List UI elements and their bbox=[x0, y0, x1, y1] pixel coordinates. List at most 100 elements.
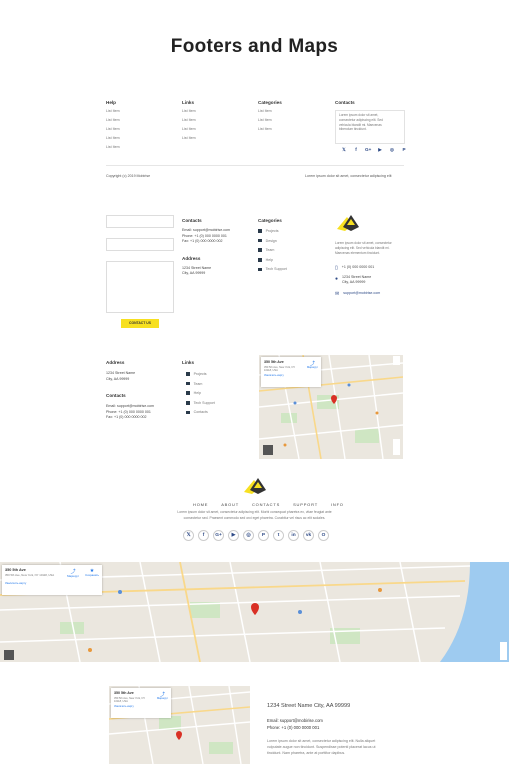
map-info-card: 350 5th Ave 350 5th Ave, New York, NY 10… bbox=[261, 357, 321, 387]
map-info-card: 350 5th Ave 350 5th Ave, New York, NY 10… bbox=[111, 688, 171, 718]
full-width-map[interactable]: 350 5th Ave 350 5th Ave, New York, NY 10… bbox=[0, 562, 509, 662]
twitter-icon[interactable]: 𝕏 bbox=[341, 147, 347, 153]
column-heading: Categories bbox=[258, 100, 282, 105]
directions-button[interactable]: ⤴ Маршрут bbox=[157, 691, 168, 703]
contacts-text: consectetur adipiscing elit. Sed bbox=[339, 117, 383, 122]
map-info-card: 350 5th Ave 350 5th Ave, New York, NY 10… bbox=[2, 565, 102, 595]
name-field[interactable] bbox=[106, 215, 174, 228]
directions-button[interactable]: ⤴ Маршрут bbox=[307, 360, 318, 372]
footer-column-links: Links List Item List Item List Item List… bbox=[182, 100, 196, 146]
list-item[interactable]: Projects bbox=[186, 372, 215, 376]
footer-1: Help List Item List Item List Item List … bbox=[0, 95, 509, 185]
pinterest-icon[interactable]: P bbox=[401, 147, 407, 153]
social-icons: 𝕏 f G+ ▶ ◎ P bbox=[341, 147, 407, 153]
about-text: Lorem ipsum dolor sit amet, consectetur bbox=[335, 241, 392, 245]
larger-map-link[interactable]: Увеличить карту bbox=[264, 375, 318, 378]
youtube-icon[interactable]: ▶ bbox=[228, 530, 239, 541]
list-item[interactable]: List Item bbox=[258, 119, 282, 123]
about-block: Lorem ipsum dolor sit amet, consectetur … bbox=[335, 213, 415, 297]
body-text: Lorem ipsum dolor sit amet, consectetur … bbox=[267, 739, 376, 744]
list-item[interactable]: Team bbox=[258, 248, 287, 252]
nav-item-contacts[interactable]: CONTACTS bbox=[252, 502, 280, 507]
contacts-text: bibendum tincidunt. bbox=[339, 127, 367, 132]
footer-5: 350 5th Ave 350 5th Ave, New York, NY 10… bbox=[0, 686, 509, 764]
map-embed[interactable]: 350 5th Ave 350 5th Ave, New York, NY 10… bbox=[259, 355, 403, 459]
linkedin-icon[interactable]: in bbox=[288, 530, 299, 541]
google-plus-icon[interactable]: G+ bbox=[213, 530, 224, 541]
email-line[interactable]: Email: support@mobirise.com bbox=[267, 718, 376, 723]
contact-us-button[interactable]: CONTACT US bbox=[121, 319, 159, 328]
list-item[interactable]: List Item bbox=[106, 119, 120, 123]
youtube-icon[interactable]: ▶ bbox=[377, 147, 383, 153]
facebook-icon[interactable]: f bbox=[353, 147, 359, 153]
footer-nav: HOME ABOUT CONTACTS SUPPORT INFO bbox=[193, 502, 344, 507]
address-heading: Address bbox=[182, 255, 201, 261]
categories-heading: Categories bbox=[258, 218, 282, 223]
place-name: 350 5th Ave bbox=[114, 691, 134, 695]
email-row: ✉ support@mobirise.com bbox=[335, 290, 381, 297]
list-item[interactable]: Tech Support bbox=[258, 267, 287, 271]
column-heading: Contacts bbox=[335, 100, 355, 105]
save-button[interactable]: ★ Сохранить bbox=[85, 568, 99, 578]
instagram-icon[interactable]: ◎ bbox=[243, 530, 254, 541]
bullet-icon bbox=[258, 248, 262, 253]
bullet-icon bbox=[186, 391, 190, 396]
nav-item-about[interactable]: ABOUT bbox=[221, 502, 239, 507]
bullet-icon bbox=[258, 229, 262, 233]
email-field[interactable] bbox=[106, 238, 174, 251]
list-item[interactable]: List Item bbox=[258, 110, 282, 114]
contacts-text: vehicula blandit mi. Maecenas bbox=[339, 122, 382, 127]
odnoklassniki-icon[interactable]: O bbox=[318, 530, 329, 541]
list-item[interactable]: List Item bbox=[106, 146, 120, 150]
tumblr-icon[interactable]: t bbox=[273, 530, 284, 541]
contact-line: Phone: +1 (0) 000 0000 001 bbox=[182, 233, 227, 238]
copyright: Copyright (c) 2019 Mobirise bbox=[106, 174, 151, 178]
larger-map-link[interactable]: Увеличить карту bbox=[114, 706, 168, 709]
about-text: Maecenas elementum tincidunt. bbox=[335, 251, 381, 255]
larger-map-link[interactable]: Увеличить карту bbox=[5, 581, 99, 585]
bullet-icon bbox=[186, 401, 190, 405]
list-item[interactable]: Design bbox=[258, 239, 287, 243]
map-pin-icon: ● bbox=[335, 276, 339, 283]
contact-line: Phone: +1 (0) 000 0000 001 bbox=[106, 409, 151, 414]
footer-column-categories: Categories List Item List Item List Item bbox=[258, 100, 282, 137]
list-item[interactable]: List Item bbox=[182, 110, 196, 114]
list-item[interactable]: Help bbox=[186, 391, 215, 395]
contacts-heading: Contacts bbox=[106, 393, 126, 399]
phone-row: ▯ +1 (0) 000 0000 001 bbox=[335, 265, 375, 272]
list-item[interactable]: List Item bbox=[106, 137, 120, 141]
list-item[interactable]: List Item bbox=[182, 119, 196, 123]
list-item[interactable]: Projects bbox=[258, 229, 287, 233]
list-item[interactable]: List Item bbox=[182, 128, 196, 132]
facebook-icon[interactable]: f bbox=[198, 530, 209, 541]
logo-icon bbox=[244, 478, 266, 494]
message-field[interactable] bbox=[106, 261, 174, 313]
pinterest-icon[interactable]: P bbox=[258, 530, 269, 541]
twitter-icon[interactable]: 𝕏 bbox=[183, 530, 194, 541]
list-item[interactable]: Team bbox=[186, 382, 215, 386]
about-text: adipiscing elit. Sed vehicula blandit mi… bbox=[335, 246, 390, 250]
links-block: Links Projects Team Help Tech Support Co… bbox=[182, 360, 215, 420]
instagram-icon[interactable]: ◎ bbox=[389, 147, 395, 153]
address-line: City, AA 99999 bbox=[106, 376, 130, 381]
footer-text: Lorem ipsum dolor sit amet, consectetur … bbox=[177, 510, 332, 514]
list-item[interactable]: Contacts bbox=[186, 410, 215, 414]
map-embed[interactable]: 350 5th Ave 350 5th Ave, New York, NY 10… bbox=[109, 686, 250, 764]
nav-item-support[interactable]: SUPPORT bbox=[293, 502, 318, 507]
nav-item-home[interactable]: HOME bbox=[193, 502, 208, 507]
divider bbox=[106, 165, 404, 166]
nav-item-info[interactable]: INFO bbox=[331, 502, 344, 507]
contact-line: Email: support@mobirise.com bbox=[182, 228, 230, 232]
list-item[interactable]: List Item bbox=[106, 128, 120, 132]
list-item[interactable]: List Item bbox=[106, 110, 120, 114]
logo-icon bbox=[337, 215, 359, 231]
vk-icon[interactable]: vk bbox=[303, 530, 314, 541]
list-item[interactable]: Tech Support bbox=[186, 401, 215, 405]
list-item[interactable]: Help bbox=[258, 258, 287, 262]
google-plus-icon[interactable]: G+ bbox=[365, 147, 371, 153]
directions-button[interactable]: ⤴ Маршрут bbox=[67, 568, 79, 578]
contacts-block: Contacts Email: support@mobirise.com Pho… bbox=[182, 218, 230, 276]
footer-column-contacts: Contacts Lorem ipsum dolor sit amet, con… bbox=[335, 100, 405, 144]
list-item[interactable]: List Item bbox=[182, 137, 196, 141]
list-item[interactable]: List Item bbox=[258, 128, 282, 132]
